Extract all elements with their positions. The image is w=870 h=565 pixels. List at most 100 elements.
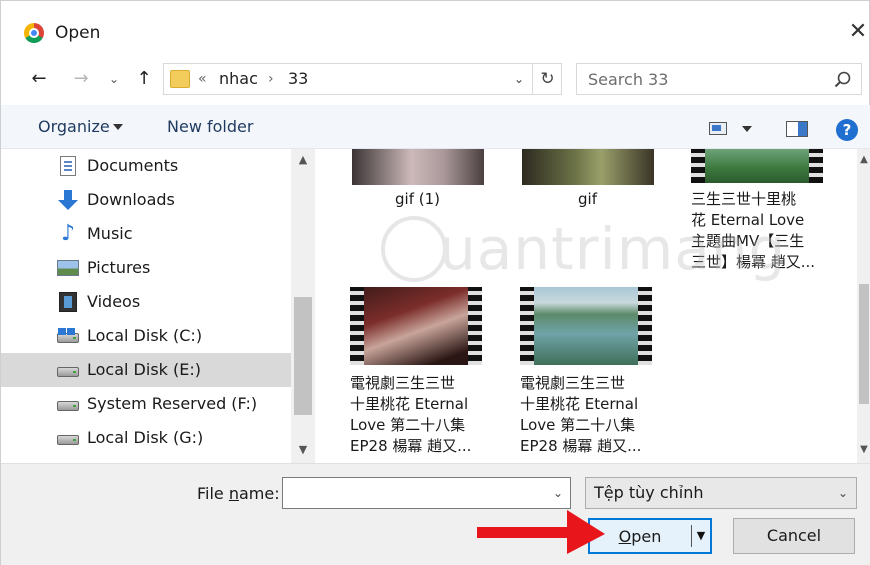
file-type-select[interactable]: Tệp tùy chỉnh ⌄ bbox=[585, 477, 857, 509]
nav-item-documents[interactable]: Documents bbox=[1, 149, 291, 183]
back-button[interactable]: ← bbox=[27, 67, 51, 91]
command-toolbar: Organize New folder ? bbox=[1, 105, 870, 149]
preview-pane-icon[interactable] bbox=[786, 121, 808, 137]
nav-item-local-disk-g[interactable]: Local Disk (G:) bbox=[1, 421, 291, 455]
file-name-field[interactable]: ⌄ bbox=[282, 477, 571, 509]
file-name: gif bbox=[578, 190, 597, 208]
nav-item-local-disk-e[interactable]: Local Disk (E:) bbox=[1, 353, 291, 387]
filmstrip-left bbox=[520, 287, 534, 365]
video-thumbnail bbox=[350, 287, 482, 365]
pictures-icon bbox=[57, 260, 79, 276]
file-name-label: File name: bbox=[197, 484, 280, 503]
chrome-icon bbox=[24, 23, 44, 43]
chevron-down-icon: ⌄ bbox=[837, 486, 849, 500]
title-bar: Open ✕ bbox=[1, 1, 870, 57]
address-dropdown[interactable]: ⌄ bbox=[508, 68, 530, 90]
lightbulb-icon bbox=[381, 216, 447, 282]
disk-icon bbox=[57, 367, 79, 377]
close-icon: ✕ bbox=[848, 19, 868, 44]
search-input[interactable]: Search 33 bbox=[588, 70, 668, 89]
nav-item-videos[interactable]: Videos bbox=[1, 285, 291, 319]
file-item-ep28-b[interactable]: 電視劇三生三世 十里桃花 Eternal Love 第二十八集 EP28 楊冪 … bbox=[520, 287, 660, 459]
change-view-icon[interactable] bbox=[709, 122, 727, 135]
videos-icon bbox=[59, 292, 77, 312]
cancel-button[interactable]: Cancel bbox=[733, 518, 855, 554]
nav-item-label: Pictures bbox=[87, 258, 151, 277]
view-options-caret-icon[interactable] bbox=[742, 126, 752, 132]
nav-item-pictures[interactable]: Pictures bbox=[1, 251, 291, 285]
breadcrumb-33[interactable]: 33 bbox=[288, 69, 308, 88]
up-button[interactable]: ↑ bbox=[132, 67, 156, 91]
nav-item-label: Music bbox=[87, 224, 133, 243]
scroll-down-icon[interactable]: ▼ bbox=[857, 439, 870, 461]
scroll-up-icon[interactable]: ▲ bbox=[291, 149, 315, 171]
file-name-dropdown[interactable]: ⌄ bbox=[549, 482, 567, 504]
arrow-up-icon: ↑ bbox=[136, 68, 152, 89]
nav-item-label: Local Disk (E:) bbox=[87, 360, 201, 379]
disk-icon bbox=[57, 401, 79, 411]
open-options-dropdown[interactable]: ▼ bbox=[694, 525, 708, 547]
search-box[interactable]: Search 33 bbox=[576, 63, 862, 95]
caret-down-icon: ▼ bbox=[696, 529, 706, 542]
organize-caret-icon bbox=[113, 124, 123, 130]
nav-item-system-reserved-f[interactable]: System Reserved (F:) bbox=[1, 387, 291, 421]
close-button[interactable]: ✕ bbox=[846, 19, 870, 45]
music-icon: ♪ bbox=[60, 221, 76, 246]
search-icon bbox=[834, 71, 851, 88]
file-item-gif-1[interactable]: gif (1) bbox=[350, 149, 490, 219]
filmstrip-right bbox=[468, 287, 482, 365]
split-button-divider bbox=[691, 525, 692, 547]
breadcrumb-nhac[interactable]: nhac bbox=[219, 69, 258, 88]
watermark-logo: uantrimang bbox=[381, 211, 785, 291]
scrollbar-thumb[interactable] bbox=[294, 297, 312, 415]
nav-item-label: Documents bbox=[87, 156, 179, 175]
arrow-left-icon: ← bbox=[31, 68, 47, 89]
breadcrumb-separator: › bbox=[268, 71, 274, 87]
nav-item-label: System Reserved (F:) bbox=[87, 394, 258, 413]
file-type-dropdown[interactable]: ⌄ bbox=[834, 482, 852, 504]
file-pane-scrollbar[interactable]: ▲ ▼ bbox=[857, 149, 870, 463]
nav-item-label: Local Disk (C:) bbox=[87, 326, 203, 345]
scroll-up-icon[interactable]: ▲ bbox=[857, 149, 870, 171]
folder-icon bbox=[170, 70, 190, 88]
chevron-down-icon: ⌄ bbox=[108, 72, 120, 86]
documents-icon bbox=[60, 156, 76, 176]
new-folder-button[interactable]: New folder bbox=[167, 117, 253, 136]
open-file-dialog: Open ✕ ← → ⌄ ↑ « nhac › 33 ⌄ ↻ Search 33… bbox=[0, 0, 870, 565]
navigation-pane: Documents Downloads ♪ Music Pictures Vid… bbox=[1, 149, 291, 463]
filmstrip-left bbox=[350, 287, 364, 365]
file-thumbnail bbox=[522, 149, 654, 185]
nav-item-label: Videos bbox=[87, 292, 141, 311]
arrow-right-icon: → bbox=[73, 68, 89, 89]
nav-item-downloads[interactable]: Downloads bbox=[1, 183, 291, 217]
forward-button[interactable]: → bbox=[69, 67, 93, 91]
scrollbar-thumb[interactable] bbox=[859, 284, 869, 404]
nav-item-music[interactable]: ♪ Music bbox=[1, 217, 291, 251]
annotation-arrow-icon bbox=[477, 510, 605, 554]
nav-item-local-disk-c[interactable]: Local Disk (C:) bbox=[1, 319, 291, 353]
recent-locations-button[interactable]: ⌄ bbox=[105, 67, 123, 91]
help-icon[interactable]: ? bbox=[836, 119, 858, 141]
video-thumbnail bbox=[691, 149, 823, 183]
disk-icon bbox=[57, 435, 79, 445]
filmstrip-left bbox=[691, 149, 705, 183]
refresh-button[interactable]: ↻ bbox=[532, 64, 562, 94]
nav-item-label: Local Disk (G:) bbox=[87, 428, 204, 447]
file-name: gif (1) bbox=[395, 190, 440, 208]
file-name: 電視劇三生三世 十里桃花 Eternal Love 第二十八集 EP28 楊冪 … bbox=[350, 374, 472, 455]
file-name: 電視劇三生三世 十里桃花 Eternal Love 第二十八集 EP28 楊冪 … bbox=[520, 374, 642, 455]
file-item-ep28-a[interactable]: 電視劇三生三世 十里桃花 Eternal Love 第二十八集 EP28 楊冪 … bbox=[350, 287, 490, 459]
address-bar[interactable]: « nhac › 33 ⌄ ↻ bbox=[163, 63, 562, 95]
navigation-pane-scrollbar[interactable]: ▲ ▼ bbox=[291, 149, 315, 463]
chevron-down-icon: ⌄ bbox=[552, 486, 564, 500]
file-list-pane: gif (1) gif 三生三世十里桃 花 Eternal Love 主題曲MV… bbox=[317, 149, 857, 463]
video-thumbnail bbox=[520, 287, 652, 365]
dialog-title: Open bbox=[55, 23, 101, 43]
filmstrip-right bbox=[638, 287, 652, 365]
scroll-down-icon[interactable]: ▼ bbox=[291, 439, 315, 461]
refresh-icon: ↻ bbox=[540, 69, 555, 89]
file-type-value: Tệp tùy chỉnh bbox=[594, 483, 704, 502]
organize-button[interactable]: Organize bbox=[38, 117, 110, 136]
file-item-gif[interactable]: gif bbox=[520, 149, 660, 219]
breadcrumb-overflow[interactable]: « bbox=[198, 71, 207, 87]
